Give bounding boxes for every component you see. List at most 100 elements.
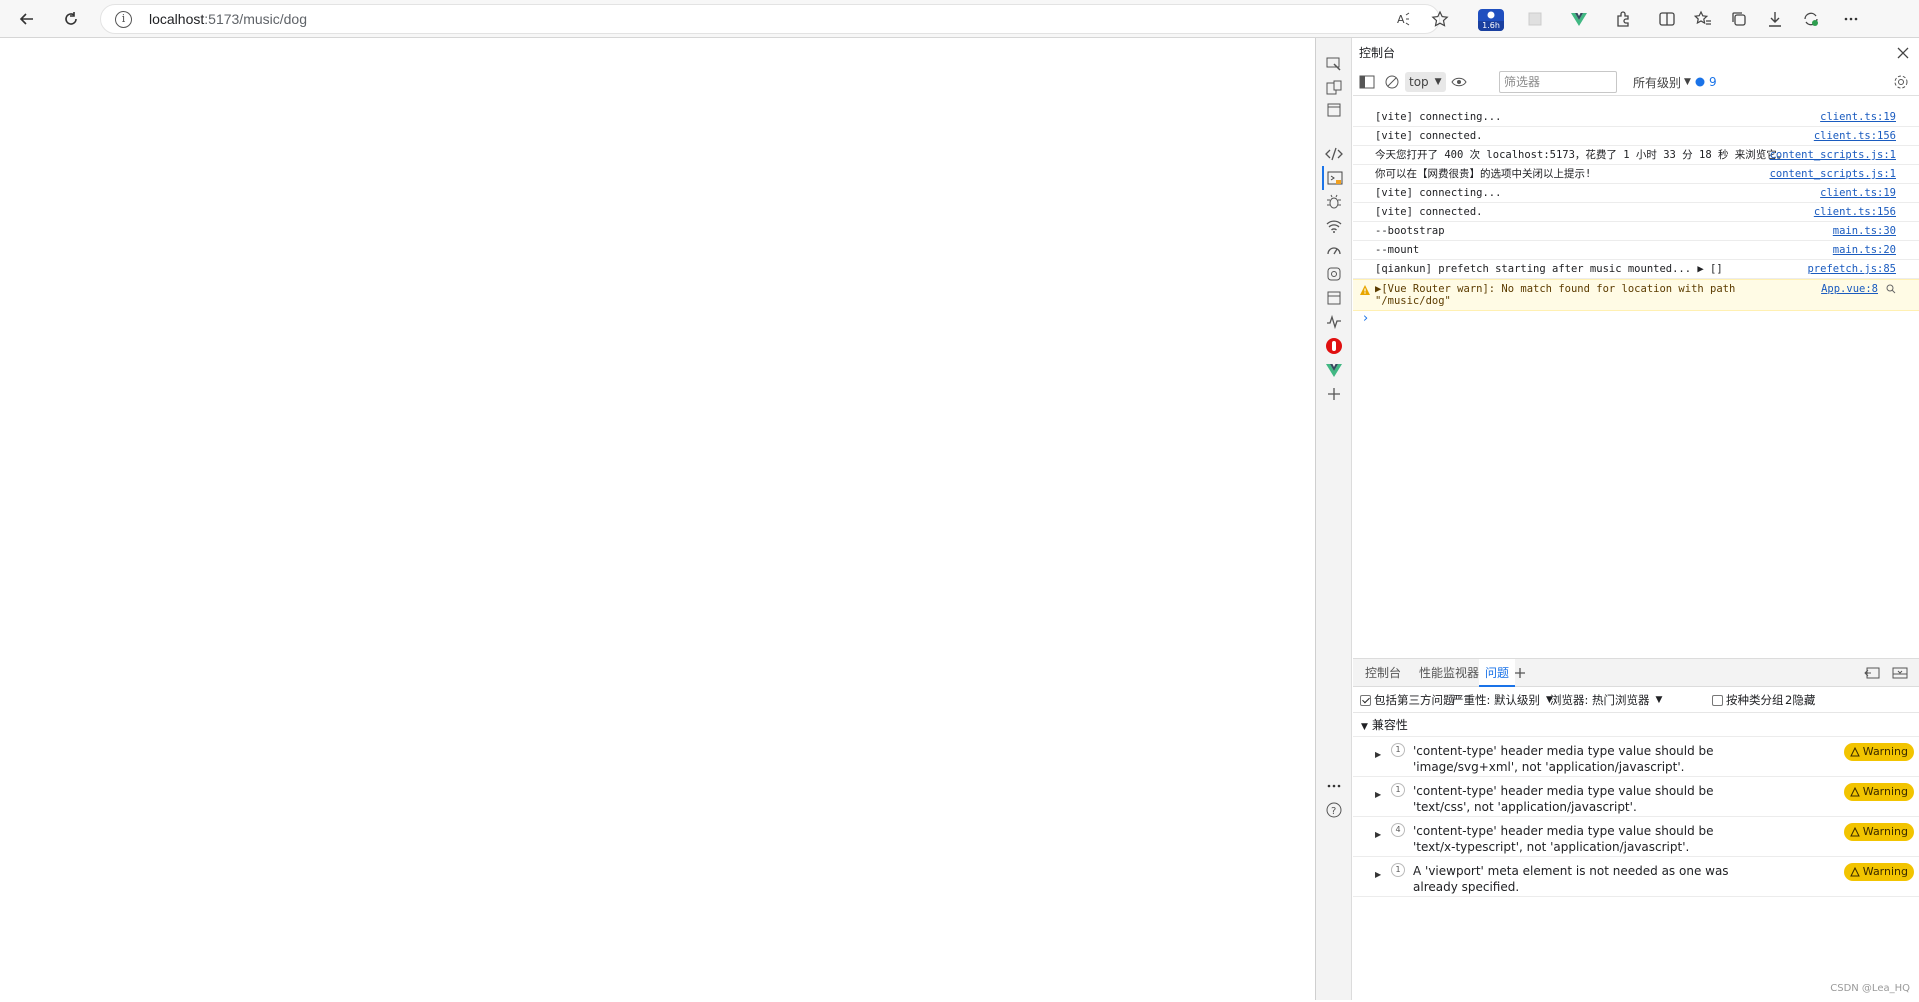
address-bar[interactable]: i localhost:5173/music/dog A [100,4,1449,34]
debugger-icon[interactable] [1322,190,1346,214]
vue-panel-icon[interactable] [1322,358,1346,382]
include-third-party-checkbox[interactable]: 包括第三方问题 [1360,692,1455,708]
drawer-tabs: 控制台 性能监视器 问题 [1353,659,1919,687]
collections-icon[interactable] [1726,6,1752,32]
log-row: 今天您打开了 400 次 localhost:5173，花费了 1 小时 33 … [1353,146,1919,165]
log-row: [vite] connecting... client.ts:19 [1353,108,1919,127]
browser-filter-dropdown[interactable]: 浏览器: 热门浏览器 ▼ [1550,692,1662,708]
log-levels-dropdown[interactable]: 所有级别 ▼ [1633,72,1691,92]
warning-source-link[interactable]: App.vue:8 [1821,283,1878,295]
severity-label: 严重性: 默认级别 [1452,693,1541,707]
log-row[interactable]: [qiankun] prefetch starting after music … [1353,260,1919,279]
tab-console[interactable]: 控制台 [1359,659,1407,687]
vue-devtools-icon[interactable] [1566,6,1592,32]
issue-row[interactable]: ▶ 1 'content-type' header media type val… [1353,737,1919,777]
issue-text: 'content-type' header media type value s… [1413,744,1714,774]
log-text: [vite] connected. [1375,206,1483,218]
console-settings-icon[interactable] [1893,72,1909,92]
message-count[interactable]: 9 [1695,72,1717,92]
add-tab-plus-icon[interactable] [1511,664,1529,682]
clear-console-icon[interactable] [1385,72,1399,92]
settings-gear-icon[interactable] [1322,262,1346,286]
close-icon[interactable] [1894,44,1912,62]
favorites-icon[interactable] [1690,6,1716,32]
warning-icon [1849,867,1860,877]
downloads-icon[interactable] [1762,6,1788,32]
checkbox-checked-icon [1360,694,1371,706]
back-icon[interactable] [14,6,40,32]
more-menu-icon[interactable] [1838,6,1864,32]
warning-text: ▶[Vue Router warn]: No match found for l… [1375,283,1736,307]
page-viewport [0,38,1315,1000]
context-select[interactable]: top ▼ [1405,72,1446,92]
welcome-icon[interactable] [1322,98,1346,122]
search-icon[interactable] [1886,284,1896,294]
browser-toolbar: i localhost:5173/music/dog A 1.6h [0,0,1919,38]
log-text: 你可以在【网费很贵】的选项中关闭以上提示! [1375,168,1592,180]
log-source-link[interactable]: client.ts:156 [1814,206,1896,218]
caret-down-icon: ▼ [1684,77,1691,87]
log-text: --bootstrap [1375,225,1445,237]
extension-placeholder-icon[interactable] [1522,6,1548,32]
favorite-star-icon[interactable] [1427,6,1453,32]
warning-row[interactable]: ▶[Vue Router warn]: No match found for l… [1353,279,1919,311]
expand-triangle-icon: ▶ [1375,750,1382,759]
memory-pulse-icon[interactable] [1322,310,1346,334]
device-emulation-icon[interactable] [1322,76,1346,100]
log-source-link[interactable]: main.ts:30 [1833,225,1896,237]
help-icon[interactable]: ? [1322,798,1346,822]
issue-count: 1 [1391,743,1405,757]
console-icon[interactable] [1322,166,1346,190]
log-text: [vite] connecting... [1375,111,1502,123]
elements-icon[interactable] [1322,142,1346,166]
performance-icon[interactable] [1322,238,1346,262]
console-prompt[interactable]: › [1353,311,1919,329]
category-header[interactable]: ▼ 兼容性 [1353,713,1919,737]
issue-row[interactable]: ▶ 1 A 'viewport' meta element is not nee… [1353,857,1919,897]
group-by-kind-label: 按种类分组 [1726,693,1784,707]
log-source-link[interactable]: prefetch.js:85 [1807,263,1896,275]
application-icon[interactable] [1322,286,1346,310]
log-text: --mount [1375,244,1420,256]
extension-timer-icon[interactable]: 1.6h [1478,9,1504,31]
read-aloud-icon[interactable]: A [1391,6,1417,32]
log-source-link[interactable]: client.ts:156 [1814,130,1896,142]
severity-dropdown[interactable]: 严重性: 默认级别 ▼ [1452,692,1553,708]
warning-icon [1849,787,1860,797]
log-source-link[interactable]: client.ts:19 [1820,111,1896,123]
browser-essentials-icon[interactable] [1798,6,1824,32]
issues-toolbar: 包括第三方问题 严重性: 默认级别 ▼ 浏览器: 热门浏览器 ▼ 按种类分组 2… [1353,687,1919,713]
adblock-icon[interactable] [1322,334,1346,358]
devtools: ? 控制台 top ▼ 所有级别 ▼ [1315,38,1919,1000]
group-by-kind-checkbox[interactable]: 按种类分组 [1712,692,1784,708]
tab-performance-monitor[interactable]: 性能监视器 [1413,659,1485,687]
more-tools-plus-icon[interactable] [1322,382,1346,406]
log-source-link[interactable]: main.ts:20 [1833,244,1896,256]
warning-icon [1849,827,1860,837]
sidebar-toggle-icon[interactable] [1359,72,1375,92]
collapse-drawer-icon[interactable] [1891,664,1909,682]
issue-row[interactable]: ▶ 1 'content-type' header media type val… [1353,777,1919,817]
issue-text: 'content-type' header media type value s… [1413,784,1714,814]
inspect-icon[interactable] [1322,52,1346,76]
tab-issues[interactable]: 问题 [1479,659,1516,687]
url-path: :5173/music/dog [204,11,307,27]
split-screen-icon[interactable] [1654,6,1680,32]
more-options-icon[interactable] [1322,774,1346,798]
issue-row[interactable]: ▶ 4 'content-type' header media type val… [1353,817,1919,857]
live-expression-eye-icon[interactable] [1451,72,1467,92]
log-source-link[interactable]: content_scripts.js:1 [1770,168,1896,180]
svg-text:?: ? [1331,806,1336,817]
log-source-link[interactable]: content_scripts.js:1 [1770,149,1896,161]
extensions-icon[interactable] [1610,6,1636,32]
site-info-icon[interactable]: i [115,11,132,28]
reload-icon[interactable] [58,6,84,32]
log-source-link[interactable]: client.ts:19 [1820,187,1896,199]
filter-input[interactable] [1499,71,1617,93]
url-text[interactable]: localhost:5173/music/dog [149,11,307,27]
network-icon[interactable] [1322,214,1346,238]
include-third-party-label: 包括第三方问题 [1374,693,1455,707]
log-text: [qiankun] prefetch starting after music … [1375,263,1723,275]
dock-drawer-icon[interactable] [1863,664,1881,682]
log-text: [vite] connected. [1375,130,1483,142]
